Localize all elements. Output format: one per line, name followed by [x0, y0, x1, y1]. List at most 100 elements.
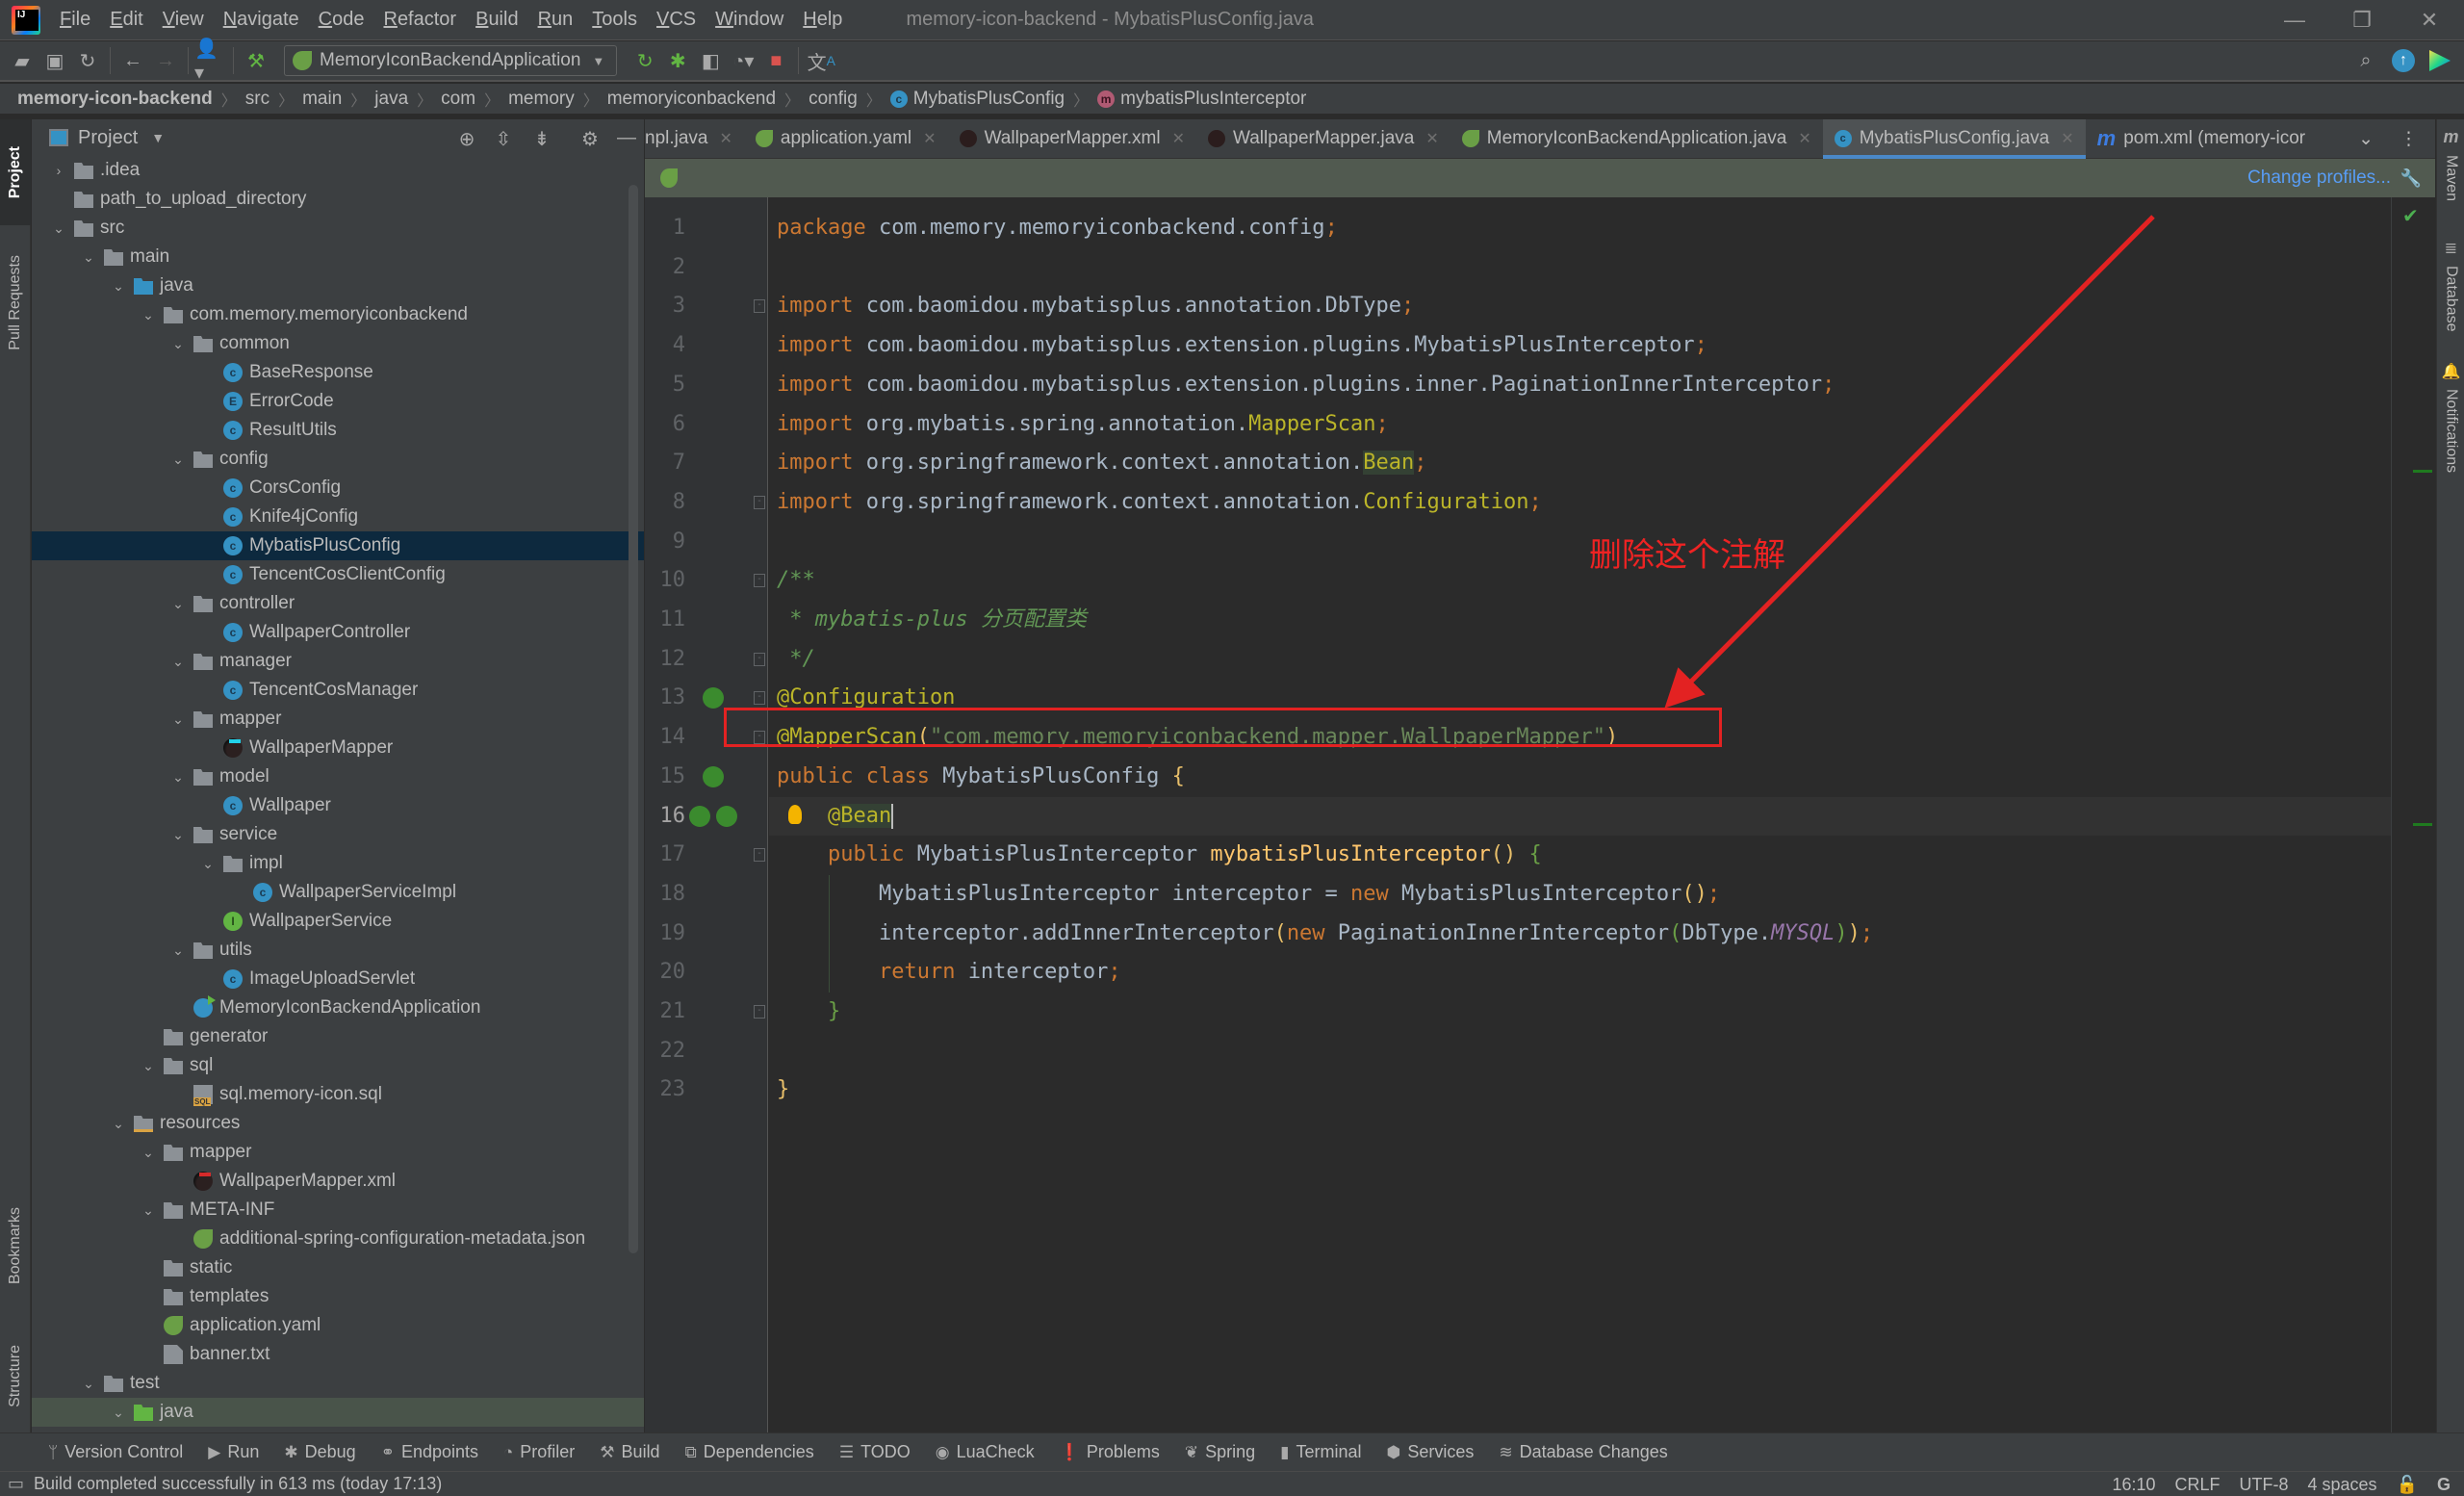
tool-window-dependencies[interactable]: ⧉ Dependencies: [685, 1442, 814, 1462]
line-number[interactable]: 17: [647, 836, 686, 874]
tree-item[interactable]: E ErrorCode: [32, 387, 644, 416]
breadcrumb-java[interactable]: java: [374, 89, 408, 110]
user-icon[interactable]: 👤▾: [194, 39, 227, 84]
tree-item[interactable]: generator: [32, 1022, 644, 1051]
chevron-down-icon[interactable]: ⌄: [139, 1202, 158, 1219]
minimize-button[interactable]: —: [2268, 0, 2322, 40]
tool-window-build[interactable]: ⚒ Build: [600, 1442, 659, 1462]
tool-window-endpoints[interactable]: ⚭ Endpoints: [381, 1442, 478, 1462]
close-tab-icon[interactable]: ✕: [720, 129, 732, 148]
line-number[interactable]: 12: [647, 640, 686, 679]
file-encoding[interactable]: UTF-8: [2240, 1475, 2289, 1495]
back-icon[interactable]: ←: [116, 44, 149, 77]
code-line[interactable]: * mybatis-plus 分页配置类: [777, 601, 1087, 639]
fold-marker-icon[interactable]: -: [754, 848, 765, 863]
editor-tab[interactable]: WallpaperMapper.java ✕: [1196, 119, 1450, 159]
tool-window-luacheck[interactable]: ◉ LuaCheck: [936, 1442, 1035, 1462]
fold-marker-icon[interactable]: -: [754, 652, 765, 666]
tree-item[interactable]: ⌄ service: [32, 820, 644, 849]
chevron-down-icon[interactable]: ⌄: [139, 1145, 158, 1161]
profile-icon[interactable]: ◔▾: [727, 44, 759, 77]
close-tab-icon[interactable]: ✕: [2061, 129, 2073, 148]
tool-window-debug[interactable]: ✱ Debug: [284, 1442, 355, 1462]
tree-item[interactable]: › .idea: [32, 156, 644, 185]
project-tree-scrollbar[interactable]: [629, 185, 638, 1253]
code-line[interactable]: import org.springframework.context.annot…: [777, 444, 1427, 482]
tree-item[interactable]: c MybatisPlusConfig: [32, 531, 644, 560]
fold-marker-icon[interactable]: -: [754, 691, 765, 706]
tool-tab-pull-requests[interactable]: Pull Requests: [0, 235, 31, 370]
tree-item[interactable]: ⌄ META-INF: [32, 1196, 644, 1225]
tree-item[interactable]: I WallpaperService: [32, 907, 644, 936]
editor-tab[interactable]: m pom.xml (memory-icor: [2086, 119, 2318, 159]
chevron-down-icon[interactable]: ⌄: [139, 307, 158, 323]
chevron-down-icon[interactable]: ⌄: [109, 1405, 128, 1421]
editor-tab[interactable]: WallpaperMapper.xml ✕: [948, 119, 1196, 159]
menu-window[interactable]: Window: [715, 9, 783, 31]
line-number[interactable]: 18: [647, 875, 686, 914]
menu-navigate[interactable]: Navigate: [223, 9, 299, 31]
tool-tab-notifications[interactable]: 🔔 Notifications: [2437, 362, 2464, 473]
chevron-down-icon[interactable]: ⌄: [168, 942, 188, 959]
tree-item[interactable]: ⌄ utils: [32, 936, 644, 965]
menu-edit[interactable]: Edit: [110, 9, 142, 31]
line-number[interactable]: 11: [647, 601, 686, 639]
code-line[interactable]: import com.baomidou.mybatisplus.extensio…: [777, 326, 1707, 365]
tree-item[interactable]: c TencentCosClientConfig: [32, 560, 644, 589]
tree-item[interactable]: ⌄ mapper: [32, 705, 644, 734]
code-line[interactable]: MybatisPlusInterceptor interceptor = new…: [777, 875, 1720, 914]
line-number[interactable]: 14: [647, 718, 686, 757]
menu-run[interactable]: Run: [538, 9, 574, 31]
code-line[interactable]: import org.mybatis.spring.annotation.Map…: [777, 405, 1389, 444]
code-line[interactable]: package com.memory.memoryiconbackend.con…: [777, 209, 1338, 247]
chevron-down-icon[interactable]: ⌄: [168, 827, 188, 843]
close-tab-icon[interactable]: ✕: [1172, 129, 1185, 148]
line-number[interactable]: 7: [647, 444, 685, 482]
tree-item[interactable]: ⌄ java: [32, 1398, 644, 1427]
sync-icon[interactable]: ↻: [71, 44, 104, 77]
google-translate-icon[interactable]: G: [2437, 1475, 2451, 1495]
code-line[interactable]: import com.baomidou.mybatisplus.annotati…: [777, 287, 1414, 325]
run-configuration-select[interactable]: MemoryIconBackendApplication ▼: [284, 45, 618, 76]
coverage-icon[interactable]: ◧: [694, 44, 727, 77]
tree-item[interactable]: c BaseResponse: [32, 358, 644, 387]
tool-tab-maven[interactable]: m Maven: [2437, 127, 2464, 201]
toggle-tool-windows-icon[interactable]: ▭: [8, 1474, 24, 1494]
tool-tab-structure[interactable]: Structure: [0, 1323, 31, 1429]
menu-file[interactable]: File: [60, 9, 90, 31]
tree-item[interactable]: MemoryIconBackendApplication: [32, 993, 644, 1022]
chevron-down-icon[interactable]: ⌄: [198, 856, 218, 872]
chevron-down-icon[interactable]: ⌄: [168, 336, 188, 352]
code-line[interactable]: /**: [777, 561, 815, 600]
intention-bulb-icon[interactable]: [788, 804, 802, 824]
tree-item[interactable]: application.yaml: [32, 1311, 644, 1340]
tree-item[interactable]: additional-spring-configuration-metadata…: [32, 1225, 644, 1253]
line-number[interactable]: 5: [647, 366, 685, 404]
spring-bean-gutter-icon[interactable]: [689, 805, 710, 827]
show-hidden-tabs-icon[interactable]: ⌄: [2347, 119, 2385, 159]
close-tab-icon[interactable]: ✕: [923, 129, 936, 148]
tool-tab-bookmarks[interactable]: Bookmarks: [0, 1178, 31, 1313]
tool-window-services[interactable]: ⬢ Services: [1387, 1442, 1475, 1462]
spring-bean-gutter-icon[interactable]: [716, 805, 737, 827]
fold-marker-icon[interactable]: -: [754, 1005, 765, 1019]
build-hammer-icon[interactable]: ⚒: [240, 44, 272, 77]
line-number[interactable]: 15: [647, 758, 686, 796]
line-number[interactable]: 19: [647, 915, 686, 953]
tree-item[interactable]: ⌄ model: [32, 762, 644, 791]
no-problems-check-icon[interactable]: ✔: [2402, 204, 2419, 228]
code-line[interactable]: }: [777, 993, 840, 1031]
spring-bean-gutter-icon[interactable]: [703, 687, 724, 709]
line-separator[interactable]: CRLF: [2175, 1475, 2220, 1495]
forward-icon[interactable]: →: [149, 44, 182, 77]
tree-item[interactable]: ⌄ java: [32, 271, 644, 300]
menu-tools[interactable]: Tools: [592, 9, 637, 31]
expand-all-icon[interactable]: ⇳: [492, 127, 515, 151]
code-editor[interactable]: package com.memory.memoryiconbackend.con…: [769, 197, 2392, 1432]
breadcrumb-com[interactable]: com: [441, 89, 475, 110]
line-number[interactable]: 2: [647, 248, 685, 287]
line-number[interactable]: 4: [647, 326, 685, 365]
tree-item[interactable]: banner.txt: [32, 1340, 644, 1369]
tree-item[interactable]: c CorsConfig: [32, 474, 644, 503]
caret-position[interactable]: 16:10: [2112, 1475, 2155, 1495]
